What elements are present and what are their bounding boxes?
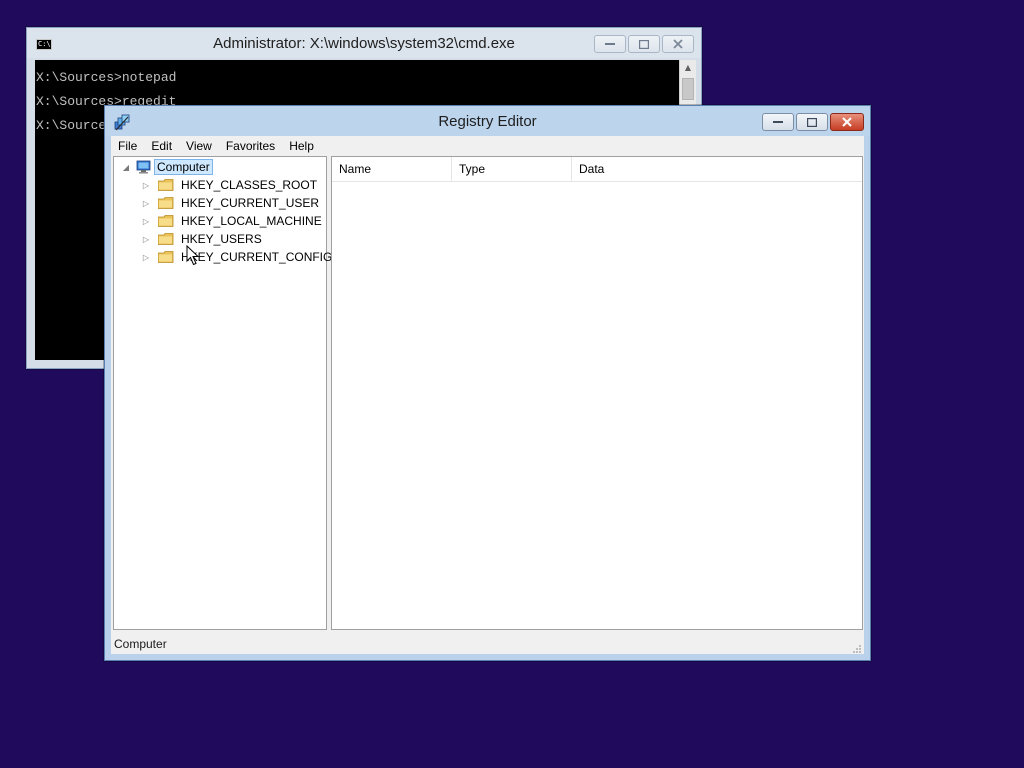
- tree-node-label: Computer: [154, 159, 213, 175]
- console-line: X:\Sources>notepad: [36, 70, 177, 85]
- values-list-pane[interactable]: Name Type Data: [331, 156, 863, 630]
- tree-node-hkey-current-user[interactable]: ▷ HKEY_CURRENT_USER: [140, 194, 322, 212]
- cmd-maximize-button[interactable]: [628, 35, 660, 53]
- mouse-pointer-icon: [186, 245, 200, 266]
- folder-icon: [158, 233, 174, 245]
- tree-node-hkey-users[interactable]: ▷ HKEY_USERS: [140, 230, 265, 248]
- folder-icon: [158, 197, 174, 209]
- menu-help[interactable]: Help: [282, 139, 321, 153]
- registry-editor-window[interactable]: Registry Editor File Edit View Favorites…: [104, 105, 871, 661]
- tree-node-label: HKEY_LOCAL_MACHINE: [181, 214, 322, 228]
- expand-arrow-icon[interactable]: ▷: [140, 181, 152, 190]
- status-text: Computer: [114, 637, 167, 651]
- folder-icon: [158, 251, 174, 263]
- maximize-icon: [639, 39, 649, 49]
- folder-icon: [158, 215, 174, 227]
- regedit-client-area: ◢ Computer ▷ HKEY_CLASSES_ROOT ▷ HKEY_CU…: [111, 156, 864, 654]
- close-icon: [673, 39, 683, 49]
- menu-edit[interactable]: Edit: [144, 139, 179, 153]
- tree-node-hkey-classes-root[interactable]: ▷ HKEY_CLASSES_ROOT: [140, 176, 320, 194]
- expand-arrow-icon[interactable]: ▷: [140, 235, 152, 244]
- list-header: Name Type Data: [332, 157, 862, 182]
- regedit-close-button[interactable]: [830, 113, 864, 131]
- tree-node-computer[interactable]: ◢ Computer: [120, 158, 213, 176]
- expand-arrow-icon[interactable]: ▷: [140, 217, 152, 226]
- tree-node-label: HKEY_CURRENT_CONFIG: [181, 250, 333, 264]
- minimize-icon: [773, 121, 783, 123]
- scroll-up-icon[interactable]: ▲: [680, 60, 696, 76]
- regedit-maximize-button[interactable]: [796, 113, 828, 131]
- column-header-data[interactable]: Data: [572, 157, 862, 181]
- menu-bar: File Edit View Favorites Help: [111, 136, 864, 156]
- close-icon: [842, 117, 852, 127]
- status-bar: Computer: [111, 632, 864, 656]
- cmd-minimize-button[interactable]: [594, 35, 626, 53]
- regedit-window-title: Registry Editor: [438, 113, 537, 130]
- scroll-thumb[interactable]: [682, 78, 694, 100]
- collapse-arrow-icon[interactable]: ◢: [120, 163, 132, 172]
- regedit-titlebar[interactable]: Registry Editor: [105, 106, 870, 136]
- expand-arrow-icon[interactable]: ▷: [140, 199, 152, 208]
- regedit-minimize-button[interactable]: [762, 113, 794, 131]
- column-header-name[interactable]: Name: [332, 157, 452, 181]
- tree-node-hkey-current-config[interactable]: ▷ HKEY_CURRENT_CONFIG: [140, 248, 335, 266]
- maximize-icon: [807, 117, 817, 127]
- tree-node-label: HKEY_CURRENT_USER: [181, 196, 320, 210]
- cmd-close-button[interactable]: [662, 35, 694, 53]
- tree-node-hkey-local-machine[interactable]: ▷ HKEY_LOCAL_MACHINE: [140, 212, 325, 230]
- menu-favorites[interactable]: Favorites: [219, 139, 282, 153]
- resize-grip-icon[interactable]: [852, 644, 862, 654]
- computer-icon: [136, 160, 151, 174]
- tree-node-label: HKEY_CLASSES_ROOT: [181, 178, 318, 192]
- minimize-icon: [605, 43, 615, 45]
- folder-icon: [158, 179, 174, 191]
- cmd-titlebar[interactable]: C:\ Administrator: X:\windows\system32\c…: [27, 28, 701, 58]
- console-line: X:\Sources: [36, 118, 115, 133]
- column-header-type[interactable]: Type: [452, 157, 572, 181]
- menu-file[interactable]: File: [111, 139, 144, 153]
- menu-view[interactable]: View: [179, 139, 219, 153]
- key-tree-pane[interactable]: ◢ Computer ▷ HKEY_CLASSES_ROOT ▷ HKEY_CU…: [113, 156, 332, 630]
- expand-arrow-icon[interactable]: ▷: [140, 253, 152, 262]
